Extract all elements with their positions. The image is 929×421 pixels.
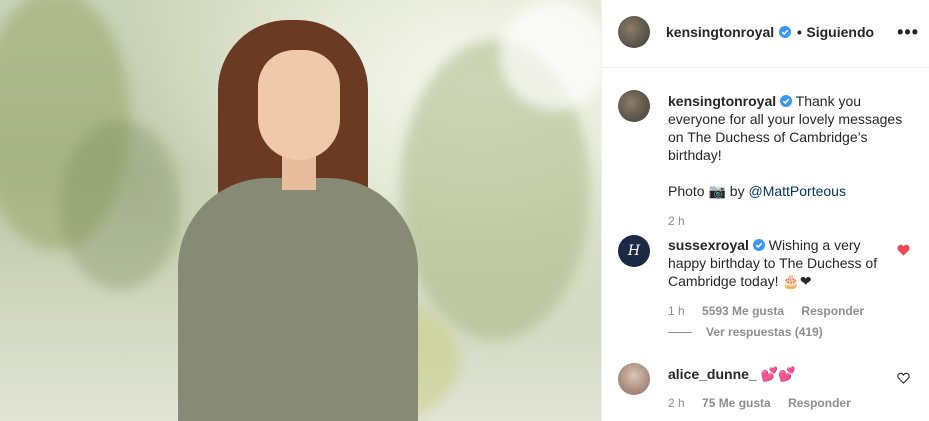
person-face — [258, 50, 340, 160]
photo-credit-prefix: Photo 📷 by — [668, 183, 749, 199]
verified-badge-icon — [778, 26, 791, 38]
comment-meta: 1 h 5593 Me gusta Responder — [668, 304, 878, 318]
like-heart-icon[interactable] — [897, 372, 910, 384]
caption-avatar[interactable] — [618, 90, 650, 122]
header-username[interactable]: kensingtonroyal — [666, 24, 774, 40]
header-identity: kensingtonroyal • Siguiendo — [666, 24, 874, 42]
post-photo[interactable] — [0, 0, 601, 421]
comment-alice-dunne: alice_dunne_ 💕💕 — [668, 365, 908, 383]
comment-username[interactable]: alice_dunne_ — [668, 366, 757, 382]
view-replies-label[interactable]: Ver respuestas (419) — [706, 325, 823, 339]
replies-line — [668, 332, 692, 334]
verified-badge-icon — [752, 239, 765, 251]
comment-sussexroyal: sussexroyal Wishing a very happy birthda… — [668, 236, 900, 290]
kensingtonroyal-avatar[interactable] — [618, 16, 650, 48]
photo-credit-link[interactable]: @MattPorteous — [748, 183, 845, 199]
caption: kensingtonroyal Thank you everyone for a… — [668, 92, 908, 200]
comments-panel: kensingtonroyal • Siguiendo ••• kensingt… — [602, 0, 929, 421]
comment-time[interactable]: 2 h — [668, 396, 685, 410]
caption-time[interactable]: 2 h — [668, 214, 685, 228]
photo-credit: Photo 📷 by @MattPorteous — [668, 182, 908, 200]
caption-meta: 2 h — [668, 214, 699, 228]
reply-button[interactable]: Responder — [788, 396, 851, 410]
more-options-icon[interactable]: ••• — [897, 22, 919, 43]
follow-state-button[interactable]: Siguiendo — [806, 24, 874, 40]
person-sweater — [178, 178, 418, 421]
tree-background — [60, 120, 180, 290]
comment-text: 💕💕 — [760, 366, 796, 382]
header-separator: • — [797, 24, 802, 40]
comment-time[interactable]: 1 h — [668, 304, 685, 318]
post-header: kensingtonroyal • Siguiendo ••• — [602, 0, 929, 68]
reply-button[interactable]: Responder — [801, 304, 864, 318]
verified-badge-icon — [780, 95, 793, 107]
sussexroyal-avatar[interactable]: H — [618, 235, 650, 267]
caption-username[interactable]: kensingtonroyal — [668, 93, 776, 109]
view-replies[interactable]: Ver respuestas (419) — [668, 325, 823, 339]
comment-likes[interactable]: 75 Me gusta — [702, 396, 771, 410]
sun-glare — [500, 0, 601, 110]
comment-likes[interactable]: 5593 Me gusta — [702, 304, 784, 318]
comment-meta: 2 h 75 Me gusta Responder — [668, 396, 865, 410]
sussex-monogram: H — [627, 243, 641, 259]
comment-username[interactable]: sussexroyal — [668, 237, 749, 253]
liked-heart-icon[interactable] — [897, 244, 910, 256]
alice-dunne-avatar[interactable] — [618, 363, 650, 395]
post-view: kensingtonroyal • Siguiendo ••• kensingt… — [0, 0, 929, 421]
